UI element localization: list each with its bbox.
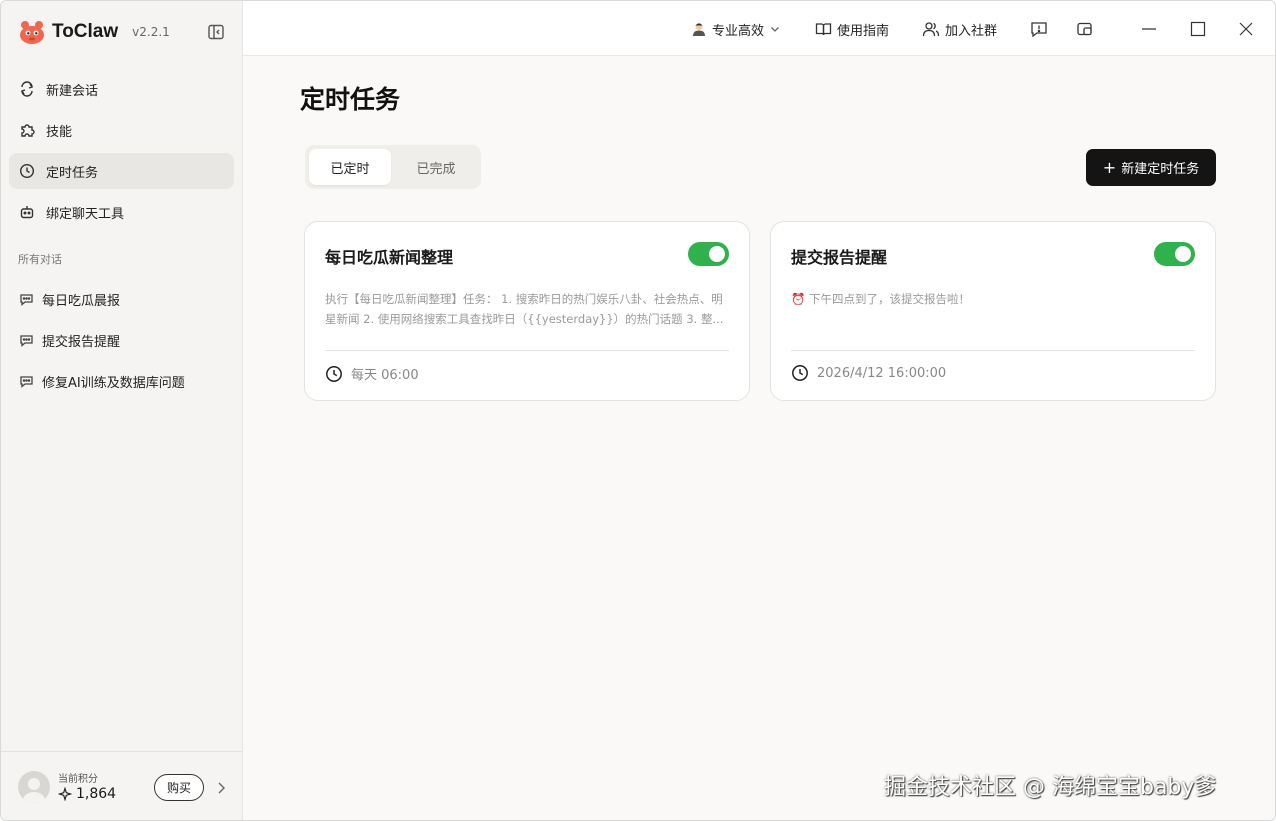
feedback-icon[interactable] — [1029, 19, 1049, 39]
task-description: ⏰ 下午四点到了，该提交报告啦！ — [791, 292, 970, 306]
app-window: ToClaw v2.2.1 新建会话 技能 定时任务 绑定聊天工具 所有对话 每… — [0, 0, 1276, 821]
task-tabs: 已定时 已完成 — [305, 145, 481, 189]
minimize-icon[interactable] — [1139, 19, 1159, 39]
collapse-sidebar-icon[interactable] — [207, 23, 225, 41]
conversation-item[interactable]: 修复AI训练及数据库问题 — [9, 363, 234, 399]
sparkle-icon — [58, 787, 72, 801]
nav-label: 定时任务 — [46, 165, 99, 181]
chevron-down-icon — [771, 27, 779, 32]
buy-button[interactable]: 购买 — [154, 774, 204, 801]
divider — [791, 350, 1195, 351]
task-title: 每日吃瓜新闻整理 — [325, 248, 454, 267]
toggle-knob — [1175, 246, 1191, 262]
nav-label: 绑定聊天工具 — [46, 206, 125, 222]
mode-label: 专业高效 — [712, 23, 765, 39]
schedule-text: 2026/4/12 16:00:00 — [817, 365, 947, 381]
avatar[interactable] — [18, 771, 50, 803]
clock-icon — [792, 365, 808, 381]
maximize-icon[interactable] — [1188, 19, 1208, 39]
book-icon — [815, 23, 832, 36]
watermark: 掘金技术社区 @ 海绵宝宝baby爹 — [884, 775, 1217, 800]
points-value: 1,864 — [58, 786, 116, 802]
task-card[interactable]: 每日吃瓜新闻整理 执行【每日吃瓜新闻整理】任务： 1. 搜索昨日的热门娱乐八卦、… — [304, 221, 750, 401]
tab-completed[interactable]: 已完成 — [395, 149, 477, 185]
nav-new-chat[interactable]: 新建会话 — [9, 71, 234, 107]
task-title: 提交报告提醒 — [791, 248, 888, 267]
conversation-title: 提交报告提醒 — [42, 334, 121, 350]
puzzle-icon — [19, 122, 35, 138]
chat-bubble-icon — [19, 374, 34, 389]
bot-icon — [19, 204, 35, 220]
conversation-item[interactable]: 每日吃瓜晨报 — [9, 281, 234, 317]
mini-window-icon[interactable] — [1075, 19, 1095, 39]
clock-icon — [19, 163, 35, 179]
tab-scheduled[interactable]: 已定时 — [309, 149, 391, 185]
new-scheduled-task-button[interactable]: + 新建定时任务 — [1086, 149, 1216, 186]
chat-bubble-icon — [19, 333, 34, 348]
guide-label: 使用指南 — [837, 23, 890, 39]
mode-selector[interactable]: 专业高效 — [691, 19, 786, 39]
task-enabled-toggle[interactable] — [688, 242, 729, 266]
sidebar-footer: 当前积分 1,864 购买 — [1, 751, 242, 820]
clock-icon — [326, 365, 342, 382]
conversation-item[interactable]: 提交报告提醒 — [9, 322, 234, 358]
community-link[interactable]: 加入社群 — [922, 19, 997, 39]
plus-icon: + — [1102, 157, 1117, 177]
task-description: 执行【每日吃瓜新闻整理】任务： 1. 搜索昨日的热门娱乐八卦、社会热点、明星新闻… — [325, 292, 724, 326]
close-icon[interactable] — [1236, 19, 1256, 39]
page-title: 定时任务 — [300, 85, 401, 114]
main-content: 定时任务 已定时 已完成 + 新建定时任务 每日吃瓜新闻整理 执行【每日吃瓜新闻… — [243, 56, 1275, 820]
users-icon — [922, 22, 940, 37]
task-schedule: 每天 06:00 — [325, 364, 419, 383]
chat-bubble-icon — [19, 292, 34, 307]
nav-label: 新建会话 — [46, 83, 99, 99]
brand: ToClaw v2.2.1 — [17, 17, 170, 47]
all-conversations-label: 所有对话 — [18, 253, 62, 266]
app-version: v2.2.1 — [132, 25, 170, 39]
guide-link[interactable]: 使用指南 — [815, 19, 889, 39]
app-name: ToClaw — [52, 21, 119, 42]
nav-scheduled-tasks[interactable]: 定时任务 — [9, 153, 234, 189]
schedule-text: 每天 06:00 — [351, 368, 419, 383]
task-enabled-toggle[interactable] — [1154, 242, 1195, 266]
top-bar: 专业高效 使用指南 加入社群 — [243, 1, 1275, 56]
toclaw-logo-icon — [17, 17, 47, 47]
chevron-right-icon[interactable] — [215, 780, 227, 794]
new-button-label: 新建定时任务 — [1121, 162, 1200, 177]
points-label: 当前积分 — [58, 774, 98, 785]
nav-label: 技能 — [46, 124, 73, 140]
task-card[interactable]: 提交报告提醒 ⏰ 下午四点到了，该提交报告啦！ 2026/4/12 16:00:… — [770, 221, 1216, 401]
task-schedule: 2026/4/12 16:00:00 — [791, 364, 946, 382]
user-avatar-icon — [693, 23, 705, 36]
conversation-title: 每日吃瓜晨报 — [42, 293, 121, 309]
new-chat-icon — [19, 81, 35, 97]
nav-skills[interactable]: 技能 — [9, 112, 234, 148]
toggle-knob — [709, 246, 725, 262]
nav-bind-chat-tools[interactable]: 绑定聊天工具 — [9, 194, 234, 230]
community-label: 加入社群 — [945, 23, 998, 39]
points-number: 1,864 — [76, 786, 117, 802]
conversation-title: 修复AI训练及数据库问题 — [42, 375, 185, 391]
divider — [325, 350, 729, 351]
sidebar: ToClaw v2.2.1 新建会话 技能 定时任务 绑定聊天工具 所有对话 每… — [1, 1, 243, 820]
